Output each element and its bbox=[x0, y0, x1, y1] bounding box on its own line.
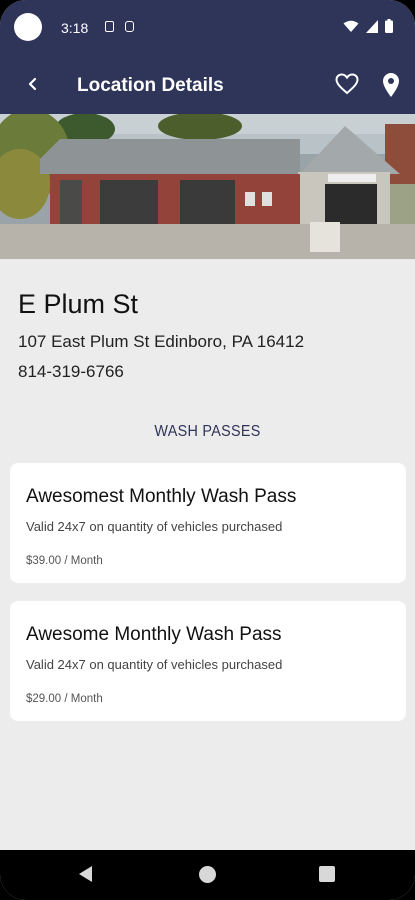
location-phone[interactable]: 814-319-6766 bbox=[18, 362, 124, 382]
wash-pass-card[interactable]: Awesome Monthly Wash Pass Valid 24x7 on … bbox=[10, 601, 406, 721]
favorite-button[interactable] bbox=[335, 73, 359, 100]
wash-pass-description: Valid 24x7 on quantity of vehicles purch… bbox=[26, 657, 283, 672]
wifi-icon bbox=[343, 20, 359, 32]
back-arrow-icon bbox=[28, 77, 37, 91]
wash-pass-card[interactable]: Awesomest Monthly Wash Pass Valid 24x7 o… bbox=[10, 463, 406, 583]
wash-pass-price: $39.00 / Month bbox=[26, 555, 103, 567]
notification-avatar bbox=[14, 13, 42, 41]
phone-screen: 3:18 Location Details E Plum St 107 East… bbox=[0, 0, 415, 900]
wash-pass-title: Awesomest Monthly Wash Pass bbox=[26, 486, 297, 507]
vpn-icon bbox=[125, 21, 134, 32]
map-button[interactable] bbox=[381, 72, 401, 103]
signal-icon bbox=[366, 19, 378, 33]
location-pin-icon bbox=[383, 73, 399, 97]
sim-card-icon bbox=[105, 21, 114, 32]
status-time: 3:18 bbox=[61, 20, 89, 36]
status-icons bbox=[343, 19, 393, 33]
heart-icon bbox=[335, 73, 359, 95]
wash-passes-heading: WASH PASSES bbox=[154, 423, 261, 440]
system-nav-bar bbox=[0, 850, 415, 900]
status-bar: 3:18 bbox=[0, 0, 415, 57]
battery-icon bbox=[385, 19, 393, 33]
location-photo bbox=[0, 114, 415, 259]
app-bar: Location Details bbox=[0, 57, 415, 114]
location-name: E Plum St bbox=[18, 289, 139, 319]
nav-recents-icon[interactable] bbox=[319, 866, 335, 882]
car-wash-building-image bbox=[0, 114, 415, 259]
back-button[interactable] bbox=[18, 69, 48, 99]
page-title: Location Details bbox=[77, 75, 224, 96]
wash-pass-description: Valid 24x7 on quantity of vehicles purch… bbox=[26, 519, 283, 534]
wash-pass-price: $29.00 / Month bbox=[26, 693, 103, 705]
wash-pass-title: Awesome Monthly Wash Pass bbox=[26, 624, 282, 645]
location-address: 107 East Plum St Edinboro, PA 16412 bbox=[18, 332, 305, 351]
nav-back-icon[interactable] bbox=[79, 866, 92, 882]
nav-home-icon[interactable] bbox=[199, 866, 216, 883]
